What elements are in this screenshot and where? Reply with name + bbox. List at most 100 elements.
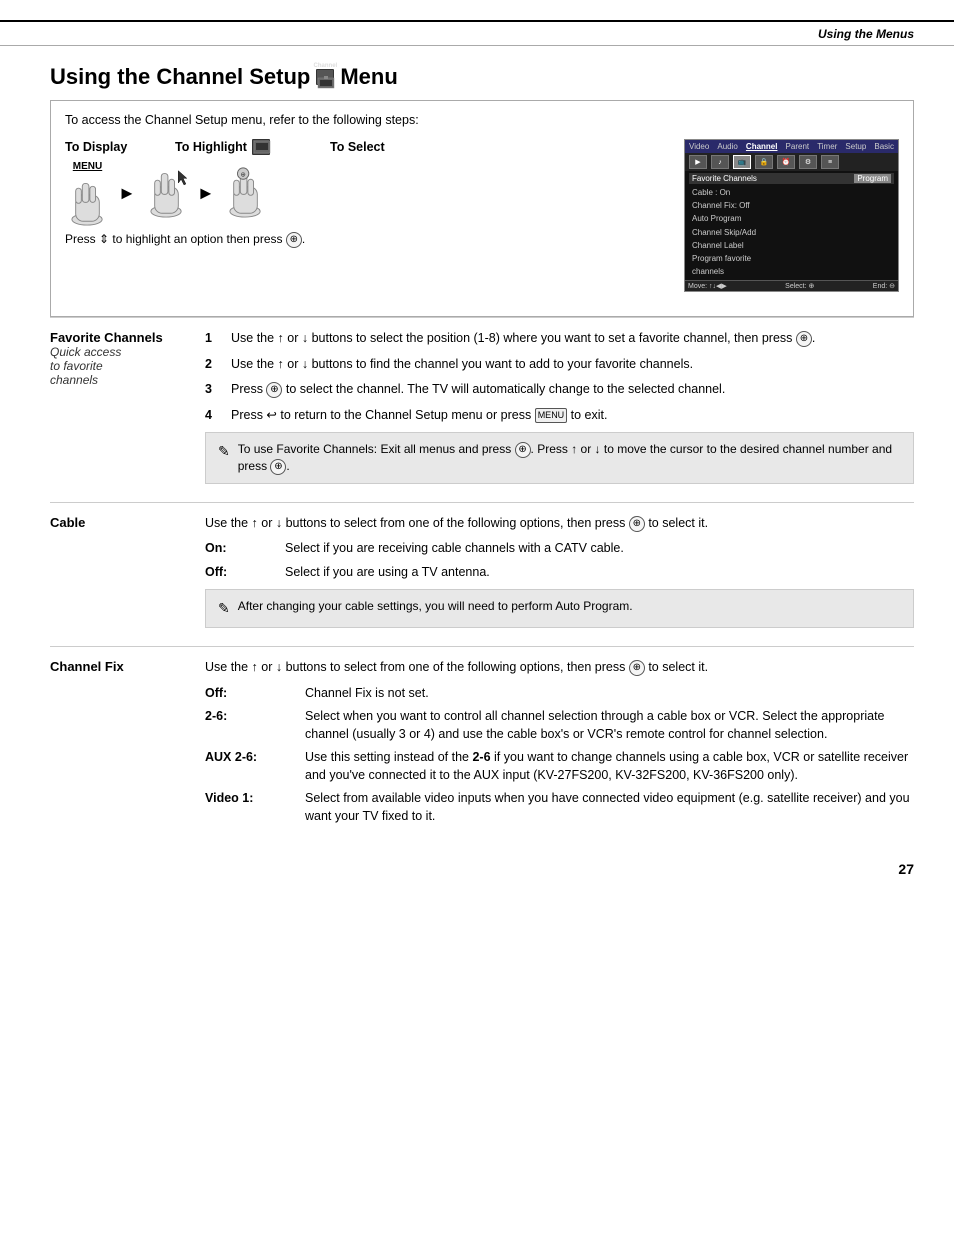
highlight-step	[144, 166, 189, 221]
select-step: ⊕	[223, 166, 268, 221]
arrow-1: ►	[118, 183, 136, 204]
menu-icon-basic: ≡	[821, 155, 839, 169]
cable-on-row: On: Select if you are receiving cable ch…	[205, 540, 914, 558]
menu-program-btn: Program	[854, 174, 891, 183]
cable-right: Use the ↑ or ↓ buttons to select from on…	[205, 515, 914, 636]
cable-off-term: Off:	[205, 564, 265, 582]
fav-steps-list: 1 Use the ↑ or ↓ buttons to select the p…	[205, 330, 914, 424]
fav-step-3: 3 Press ⊕ to select the channel. The TV …	[205, 381, 914, 399]
menu-icon-audio: ♪	[711, 155, 729, 169]
menu-tab-audio: Audio	[717, 142, 737, 151]
menu-item-channels: channels	[689, 265, 894, 278]
fav-note: ✎ To use Favorite Channels: Exit all men…	[205, 432, 914, 484]
fix-off-row: Off: Channel Fix is not set.	[205, 685, 914, 703]
highlight-icon	[252, 139, 270, 155]
step-icons: MENU ►	[65, 161, 268, 226]
note-icon-cable: ✎	[218, 599, 230, 619]
hand-icon-2	[144, 166, 189, 218]
main-content: Using the Channel Setup Channel Menu To …	[0, 64, 954, 841]
cable-desc: Use the ↑ or ↓ buttons to select from on…	[205, 515, 914, 533]
fav-note-text: To use Favorite Channels: Exit all menus…	[238, 441, 901, 475]
cable-terms: On: Select if you are receiving cable ch…	[205, 540, 914, 581]
menu-top-bar: Video Audio Channel Parent Timer Setup B…	[685, 140, 898, 153]
channel-fix-right: Use the ↑ or ↓ buttons to select from on…	[205, 659, 914, 831]
menu-item-fav: Program favorite	[689, 252, 894, 265]
cable-note: ✎ After changing your cable settings, yo…	[205, 589, 914, 628]
menu-move: Move: ↑↓◀▶	[688, 282, 727, 290]
fix-26-term: 2-6:	[205, 708, 285, 743]
cable-off-def: Select if you are using a TV antenna.	[285, 564, 490, 582]
fav-subtitle: Quick accessto favoritechannels	[50, 345, 195, 387]
menu-screenshot: Video Audio Channel Parent Timer Setup B…	[684, 139, 899, 292]
intro-text: To access the Channel Setup menu, refer …	[65, 113, 899, 127]
cable-title: Cable	[50, 515, 195, 530]
step-labels: To Display To Highlight	[65, 139, 440, 155]
fix-aux-row: AUX 2-6: Use this setting instead of the…	[205, 749, 914, 784]
page-title: Using the Channel Setup Channel Menu	[50, 64, 914, 90]
cable-section: Cable Use the ↑ or ↓ buttons to select f…	[50, 502, 914, 646]
cable-left: Cable	[50, 515, 205, 636]
menu-item-fix: Channel Fix: Off	[689, 199, 894, 212]
fix-aux-def: Use this setting instead of the 2-6 if y…	[305, 749, 914, 784]
menu-section-title: Favorite Channels	[692, 174, 757, 183]
cable-on-def: Select if you are receiving cable channe…	[285, 540, 624, 558]
fix-video1-def: Select from available video inputs when …	[305, 790, 914, 825]
cable-off-row: Off: Select if you are using a TV antenn…	[205, 564, 914, 582]
menu-item-auto: Auto Program	[689, 212, 894, 225]
menu-tab-parent: Parent	[786, 142, 810, 151]
menu-icon-video: ▶	[689, 155, 707, 169]
menu-tab-basic: Basic	[874, 142, 894, 151]
menu-tab-timer: Timer	[817, 142, 837, 151]
fix-video1-term: Video 1:	[205, 790, 285, 825]
channel-fix-desc: Use the ↑ or ↓ buttons to select from on…	[205, 659, 914, 677]
menu-icon-parent: 🔒	[755, 155, 773, 169]
instruction-box: To access the Channel Setup menu, refer …	[50, 100, 914, 317]
step-row: To Display To Highlight	[65, 139, 899, 292]
hand-icon-1	[65, 174, 110, 226]
fix-aux-term: AUX 2-6:	[205, 749, 285, 784]
cable-note-text: After changing your cable settings, you …	[238, 598, 633, 615]
title-text-part1: Using the Channel Setup	[50, 64, 310, 90]
channel-fix-left: Channel Fix	[50, 659, 205, 831]
menu-icon-channel: 📺	[733, 155, 751, 169]
fix-off-def: Channel Fix is not set.	[305, 685, 429, 703]
section-right-fav: 1 Use the ↑ or ↓ buttons to select the p…	[205, 330, 914, 492]
hand-icon-3: ⊕	[223, 166, 268, 218]
page-number: 27	[0, 841, 954, 887]
fav-title: Favorite Channels	[50, 330, 195, 345]
menu-item-skip: Channel Skip/Add	[689, 226, 894, 239]
section-left-fav: Favorite Channels Quick accessto favorit…	[50, 330, 205, 492]
title-text-part2: Menu	[340, 64, 397, 90]
display-step: MENU	[65, 161, 110, 226]
fix-26-row: 2-6: Select when you want to control all…	[205, 708, 914, 743]
header-bar: Using the Menus	[0, 20, 954, 46]
menu-icon-timer: ⏰	[777, 155, 795, 169]
svg-text:⊕: ⊕	[240, 171, 246, 178]
fix-off-term: Off:	[205, 685, 285, 703]
favorite-channels-section: Favorite Channels Quick accessto favorit…	[50, 317, 914, 502]
menu-end: End: ⊖	[873, 282, 895, 290]
channel-fix-section: Channel Fix Use the ↑ or ↓ buttons to se…	[50, 646, 914, 841]
select-label: To Select	[330, 140, 440, 154]
menu-channel-section: Favorite Channels Program Cable : On Cha…	[685, 171, 898, 280]
channel-fix-terms: Off: Channel Fix is not set. 2-6: Select…	[205, 685, 914, 826]
highlight-label: To Highlight	[175, 139, 330, 155]
menu-tab-video: Video	[689, 142, 709, 151]
arrow-2: ►	[197, 183, 215, 204]
menu-select: Select: ⊕	[785, 282, 814, 290]
menu-bottom-bar: Move: ↑↓◀▶ Select: ⊕ End: ⊖	[685, 280, 898, 291]
fix-26-def: Select when you want to control all chan…	[305, 708, 914, 743]
press-instruction: Press ⇕ to highlight an option then pres…	[65, 232, 305, 248]
cable-on-term: On:	[205, 540, 265, 558]
menu-item-label: Channel Label	[689, 239, 894, 252]
menu-section-header: Favorite Channels Program	[689, 173, 894, 184]
fav-step-1: 1 Use the ↑ or ↓ buttons to select the p…	[205, 330, 914, 348]
fav-step-2: 2 Use the ↑ or ↓ buttons to find the cha…	[205, 356, 914, 374]
menu-item-cable: Cable : On	[689, 186, 894, 199]
display-label: To Display	[65, 140, 175, 154]
channel-icon: Channel	[316, 69, 334, 85]
header-title: Using the Menus	[818, 27, 914, 41]
note-icon-fav: ✎	[218, 442, 230, 462]
menu-tab-setup: Setup	[845, 142, 866, 151]
channel-fix-title: Channel Fix	[50, 659, 195, 674]
